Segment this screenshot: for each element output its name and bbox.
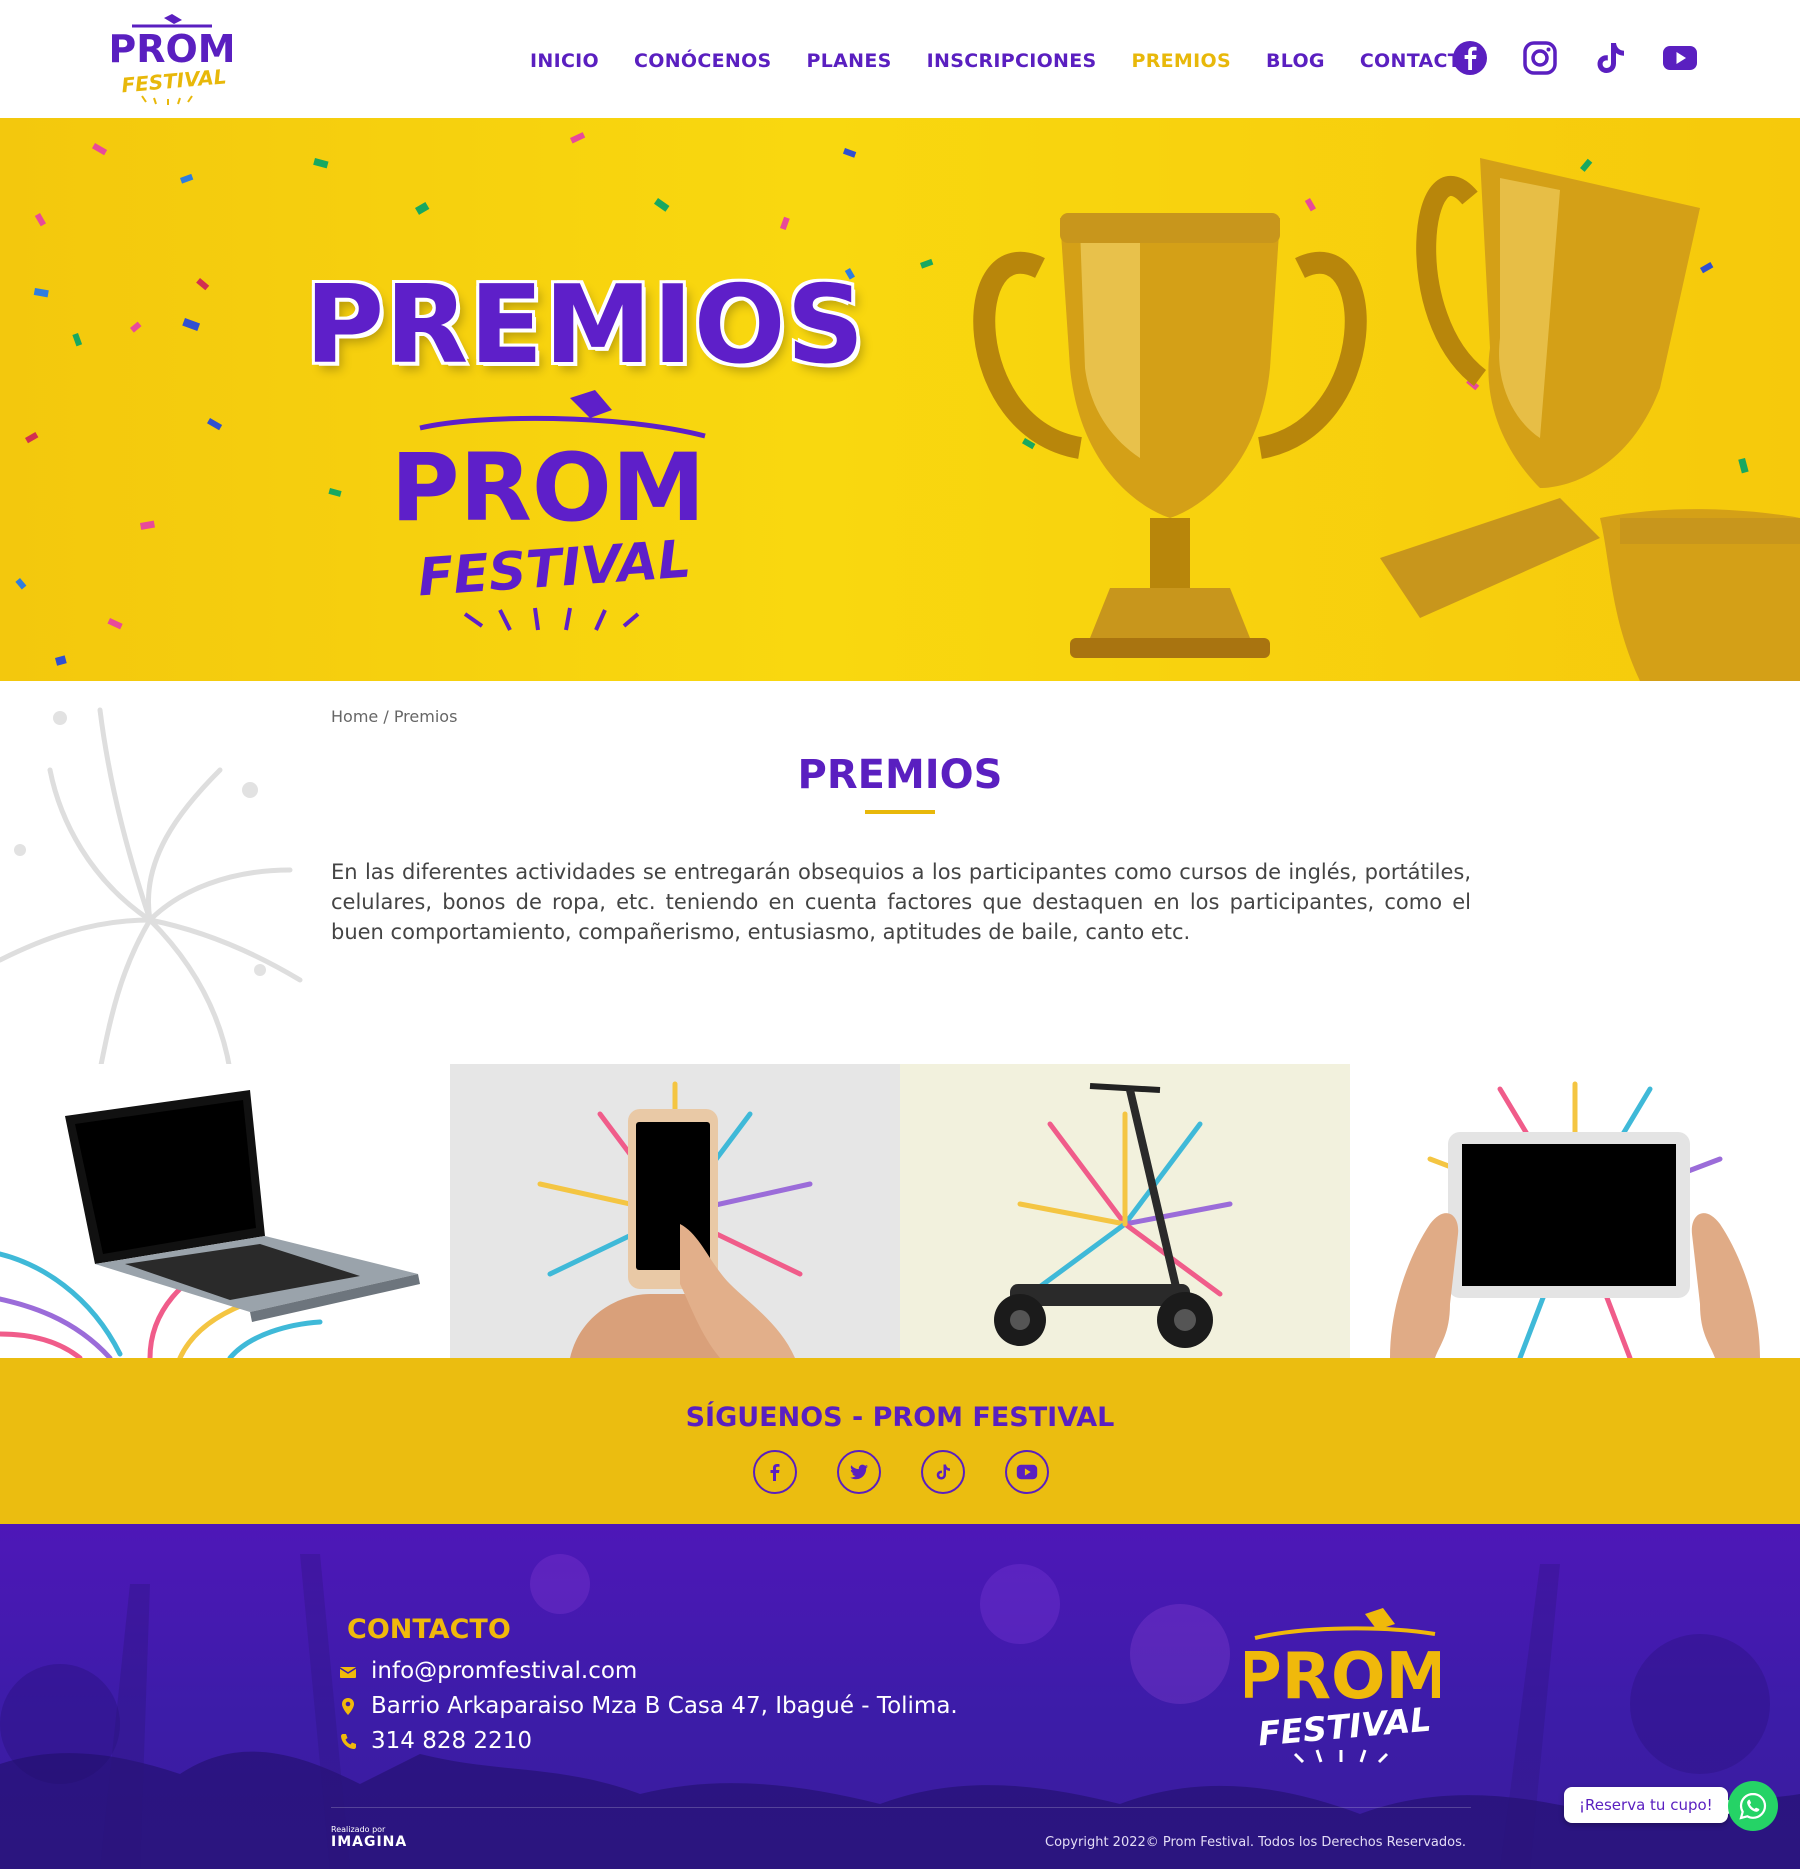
whatsapp-cta-label[interactable]: ¡Reserva tu cupo! <box>1564 1787 1737 1823</box>
instagram-icon[interactable] <box>1522 40 1558 76</box>
intro-paragraph: En las diferentes actividades se entrega… <box>331 860 1471 944</box>
envelope-icon <box>339 1667 357 1678</box>
footer-address: Barrio Arkaparaiso Mza B Casa 47, Ibagué… <box>371 1693 958 1719</box>
footer-contact-title: CONTACTO <box>347 1614 511 1645</box>
twitter-icon[interactable] <box>837 1450 881 1494</box>
footer-logo[interactable]: PROM FESTIVAL <box>1245 1606 1440 1766</box>
breadcrumb-separator: / <box>378 707 394 726</box>
site-footer: CONTACTO info@promfestival.com Barrio Ar… <box>0 1524 1800 1869</box>
trophy-illustration <box>973 213 1367 658</box>
title-underline <box>865 810 935 814</box>
whatsapp-button[interactable] <box>1728 1781 1778 1831</box>
site-header: PROM FESTIVAL INICIO CONÓCENOS PLANES IN… <box>0 0 1800 118</box>
nav-blog[interactable]: BLOG <box>1266 50 1325 72</box>
footer-email[interactable]: info@promfestival.com <box>371 1658 637 1684</box>
nav-premios[interactable]: PREMIOS <box>1132 50 1231 72</box>
made-by-brand: IMAGINA <box>331 1834 408 1850</box>
phone-icon <box>341 1734 356 1749</box>
facebook-icon[interactable] <box>753 1450 797 1494</box>
hero-logo: PROM FESTIVAL <box>391 390 706 631</box>
trophy-illustration-2 <box>1380 158 1800 681</box>
facebook-icon[interactable] <box>1452 40 1488 76</box>
made-by-credit[interactable]: Realizado por IMAGINA <box>331 1825 407 1850</box>
header-social-links <box>1452 40 1698 76</box>
whatsapp-icon <box>1739 1792 1767 1820</box>
hero-logo-prom-text: PROM <box>391 434 706 543</box>
nav-inscripciones[interactable]: INSCRIPCIONES <box>927 50 1097 72</box>
smartphone-image <box>450 1064 900 1358</box>
breadcrumb: Home / Premios <box>331 707 457 726</box>
follow-section: SÍGUENOS - PROM FESTIVAL <box>0 1358 1800 1524</box>
hero-title: PREMIOS <box>305 263 866 388</box>
breadcrumb-home[interactable]: Home <box>331 707 378 726</box>
footer-phone[interactable]: 314 828 2210 <box>371 1728 532 1754</box>
follow-title: SÍGUENOS - PROM FESTIVAL <box>685 1402 1115 1433</box>
hero-artwork: PROM FESTIVAL <box>15 132 1800 681</box>
scooter-image <box>900 1064 1350 1358</box>
laptop-image <box>0 1064 450 1358</box>
copyright: Copyright 2022© Prom Festival. Todos los… <box>1045 1835 1466 1850</box>
prom-festival-logo[interactable]: PROM FESTIVAL <box>112 12 232 108</box>
tiktok-icon[interactable] <box>921 1450 965 1494</box>
youtube-icon[interactable] <box>1005 1450 1049 1494</box>
footer-divider <box>331 1807 1471 1808</box>
footer-phone-row: 314 828 2210 <box>339 1728 532 1754</box>
footer-email-row: info@promfestival.com <box>339 1658 637 1684</box>
location-pin-icon <box>342 1698 354 1715</box>
footer-address-row: Barrio Arkaparaiso Mza B Casa 47, Ibagué… <box>339 1693 958 1719</box>
breadcrumb-current: Premios <box>393 707 458 726</box>
page-title: PREMIOS <box>797 752 1003 798</box>
tablet-image <box>1350 1064 1800 1358</box>
tiktok-icon[interactable] <box>1592 40 1628 76</box>
follow-social-links <box>753 1450 1049 1494</box>
hero-banner: PROM FESTIVAL PREMIOS <box>0 118 1800 681</box>
nav-planes[interactable]: PLANES <box>807 50 892 72</box>
prize-gallery <box>0 1064 1800 1358</box>
youtube-icon[interactable] <box>1662 40 1698 76</box>
main-nav: INICIO CONÓCENOS PLANES INSCRIPCIONES PR… <box>530 50 1477 72</box>
nav-inicio[interactable]: INICIO <box>530 50 599 72</box>
nav-conocenos[interactable]: CONÓCENOS <box>634 50 772 72</box>
made-by-label: Realizado por <box>331 1825 386 1834</box>
